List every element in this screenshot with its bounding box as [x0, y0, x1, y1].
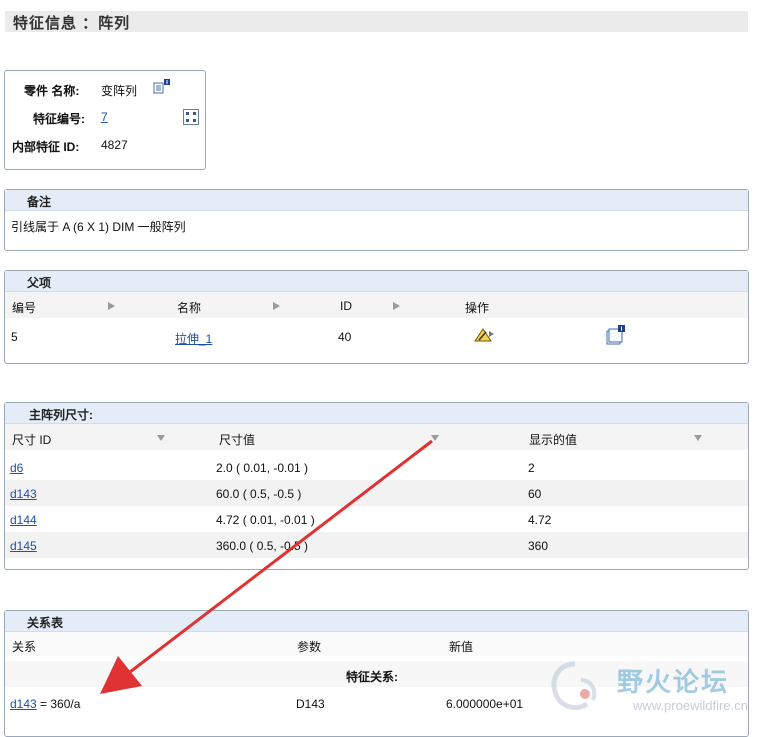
- dimension-display: 4.72: [528, 513, 552, 527]
- notes-box: 备注 引线属于 A (6 X 1) DIM 一般阵列: [4, 189, 749, 251]
- part-info-icon[interactable]: [153, 79, 171, 95]
- watermark-url: www.proewildfire.cn: [633, 698, 748, 713]
- feature-relations-heading: 特征关系:: [346, 670, 398, 684]
- parents-box: 父项 编号 名称 ID 操作 5 拉伸_1 40: [4, 270, 749, 364]
- dimensions-title-bar: 主阵列尺寸:: [5, 403, 748, 424]
- relation-formula: = 360/a: [36, 697, 81, 711]
- relation-dimension-link[interactable]: d143: [10, 697, 37, 711]
- internal-id-label: 内部特征 ID:: [12, 140, 80, 154]
- table-row: 5 拉伸_1 40: [5, 321, 748, 351]
- relations-title: 关系表: [27, 616, 64, 630]
- dimension-display: 60: [528, 487, 542, 501]
- dimension-id-link[interactable]: d144: [10, 513, 37, 527]
- relations-column-header: 关系 参数 新值: [5, 632, 748, 656]
- relation-new-value: 6.000000e+01: [446, 697, 524, 711]
- rel-col-param: 参数: [297, 640, 322, 654]
- pattern-dimensions-box: 主阵列尺寸: 尺寸 ID 尺寸值 显示的值 d6 2.0 ( 0.01, -0.…: [4, 402, 749, 570]
- parents-column-header: 编号 名称 ID 操作: [5, 292, 748, 318]
- dimension-id-link[interactable]: d6: [10, 461, 23, 475]
- parents-col-action: 操作: [465, 301, 490, 315]
- parents-col-number[interactable]: 编号: [12, 299, 36, 316]
- internal-id-value: 4827: [101, 138, 128, 152]
- parent-number: 5: [11, 330, 18, 344]
- relation-param: D143: [296, 697, 325, 711]
- feature-number-label: 特征编号:: [33, 112, 85, 126]
- parents-col-id[interactable]: ID: [340, 299, 352, 313]
- filter-icon[interactable]: [431, 435, 439, 441]
- sort-arrow-icon[interactable]: [273, 302, 280, 310]
- rel-col-relation: 关系: [12, 640, 37, 654]
- dimensions-column-header: 尺寸 ID 尺寸值 显示的值: [5, 424, 748, 450]
- watermark-text: 野火论坛: [617, 667, 730, 697]
- parents-title-bar: 父项: [5, 271, 748, 292]
- part-info-box: 零件 名称: 变阵列 特征编号: 7 内部特征 ID: 4827: [4, 70, 206, 170]
- dimension-id-link[interactable]: d143: [10, 487, 37, 501]
- dimension-display: 2: [528, 461, 535, 475]
- dimension-value: 360.0 ( 0.5, -0.5 ): [216, 539, 309, 553]
- rel-col-newvalue: 新值: [449, 640, 474, 654]
- table-row: d143 60.0 ( 0.5, -0.5 ) 60: [5, 480, 748, 506]
- parent-id: 40: [338, 330, 352, 344]
- filter-icon[interactable]: [157, 435, 165, 441]
- feature-grid-icon[interactable]: [183, 109, 199, 125]
- edit-definition-icon[interactable]: [473, 327, 495, 343]
- part-name-label: 零件 名称:: [24, 84, 80, 98]
- relation-expression: d143 = 360/a: [10, 697, 80, 711]
- dimensions-title: 主阵列尺寸:: [29, 408, 93, 422]
- dim-col-display[interactable]: 显示的值: [529, 431, 577, 448]
- dimension-display: 360: [528, 539, 549, 553]
- watermark: 野火论坛 www.proewildfire.cn: [545, 658, 750, 720]
- dim-col-value[interactable]: 尺寸值: [219, 431, 255, 448]
- feature-number-link[interactable]: 7: [101, 110, 108, 124]
- page-title: 特征信息 ：阵列: [13, 15, 131, 32]
- dimension-id-link[interactable]: d145: [10, 539, 37, 553]
- filter-icon[interactable]: [694, 435, 702, 441]
- dim-col-id[interactable]: 尺寸 ID: [12, 431, 51, 448]
- dimension-value: 4.72 ( 0.01, -0.01 ): [216, 513, 315, 527]
- parent-name-link[interactable]: 拉伸_1: [175, 330, 212, 347]
- parents-col-name[interactable]: 名称: [177, 299, 201, 316]
- page-header: 特征信息 ：阵列: [5, 11, 748, 32]
- dimension-value: 60.0 ( 0.5, -0.5 ): [216, 487, 302, 501]
- part-name-value: 变阵列: [101, 84, 138, 98]
- sort-arrow-icon[interactable]: [108, 302, 115, 310]
- notes-title: 备注: [27, 195, 52, 209]
- parents-title: 父项: [27, 276, 52, 290]
- table-row: d145 360.0 ( 0.5, -0.5 ) 360: [5, 532, 748, 558]
- notes-title-bar: 备注: [5, 190, 748, 211]
- relations-title-bar: 关系表: [5, 611, 748, 632]
- sort-arrow-icon[interactable]: [393, 302, 400, 310]
- dimension-value: 2.0 ( 0.01, -0.01 ): [216, 461, 309, 475]
- watermark-logo-icon: [551, 661, 597, 710]
- info-window-icon[interactable]: [605, 325, 627, 345]
- table-row: d144 4.72 ( 0.01, -0.01 ) 4.72: [5, 506, 748, 532]
- notes-text: 引线属于 A (6 X 1) DIM 一般阵列: [11, 220, 186, 234]
- table-row: d6 2.0 ( 0.01, -0.01 ) 2: [5, 454, 748, 480]
